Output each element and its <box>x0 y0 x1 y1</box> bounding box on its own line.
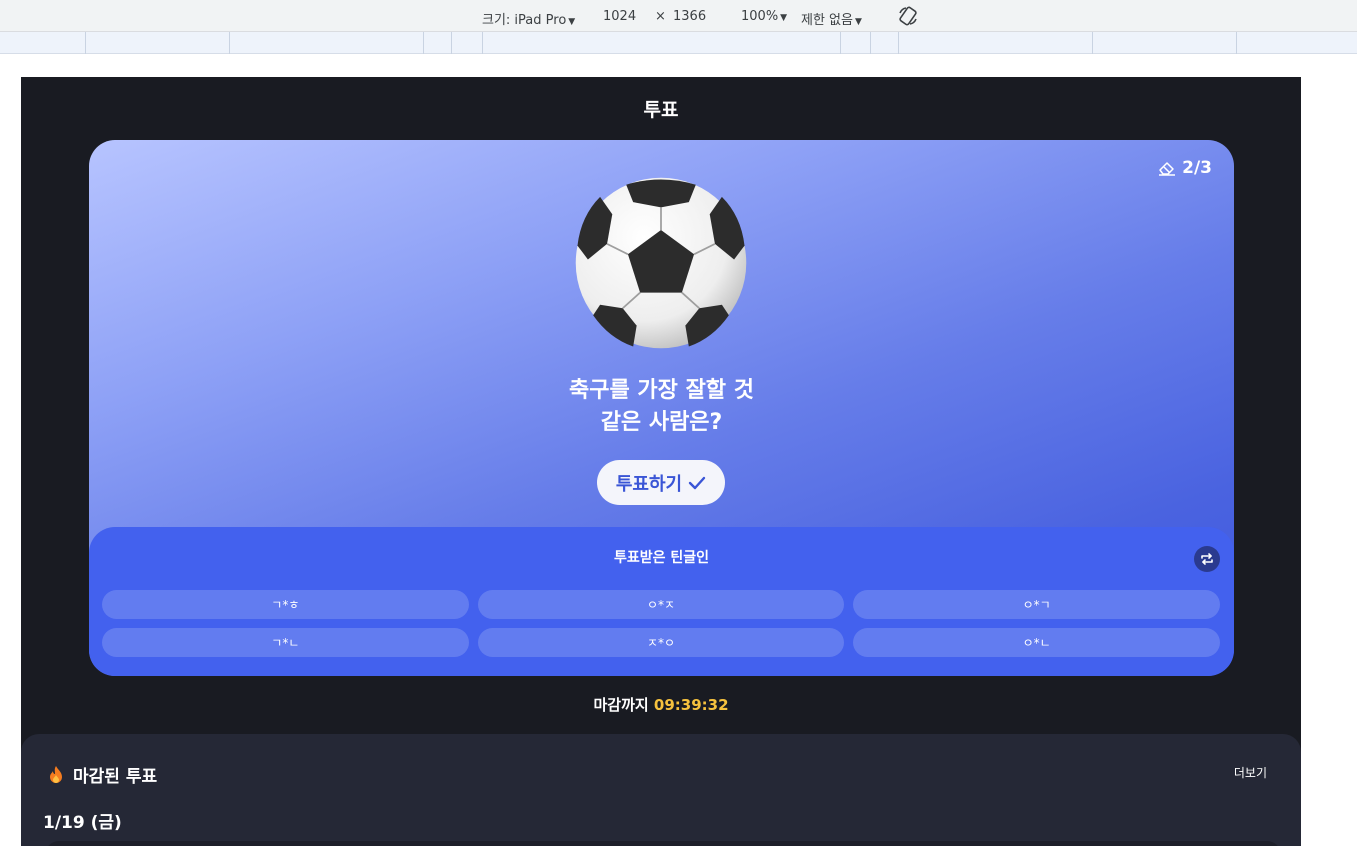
deadline-time: 09:39:32 <box>653 696 729 714</box>
width-field[interactable]: 1024 <box>603 9 636 24</box>
voter-chip-list: ㄱ*ㅎ ㅇ*ㅈ ㅇ*ㄱ ㄱ*ㄴ ㅈ*ㅇ ㅇ*ㄴ <box>102 590 1220 657</box>
caret-down-icon: ▼ <box>780 13 788 23</box>
refresh-button[interactable] <box>1194 546 1220 572</box>
devtools-device-toolbar: 크기: iPad Pro ▼ 1024 × 1366 100% ▼ 제한 없음 ▼ <box>0 0 1357 32</box>
vote-button-label: 투표하기 <box>615 473 683 495</box>
closed-votes-title: 마감된 투표 <box>73 767 158 787</box>
deadline-label: 마감까지 <box>593 696 649 714</box>
voter-chip[interactable]: ㄱ*ㄴ <box>102 628 469 657</box>
question-line-2: 같은 사람은? <box>600 410 723 435</box>
vote-button[interactable]: 투표하기 <box>597 460 725 505</box>
rotate-icon[interactable] <box>897 5 919 31</box>
vote-card: 2/3 축구를 가장 잘할 것 같은 사람은? 투표하기 투표받은 틴글인 ㄱ*… <box>89 140 1234 676</box>
checkmark-icon <box>688 476 706 489</box>
fire-icon <box>50 765 62 783</box>
zoom-label: 100% <box>741 9 779 24</box>
vote-question: 축구를 가장 잘할 것 같은 사람은? <box>89 375 1234 439</box>
page-title: 투표 <box>643 99 679 121</box>
soccer-ball-icon <box>575 177 747 349</box>
closed-votes-header: 마감된 투표 <box>47 762 157 787</box>
caret-down-icon: ▼ <box>568 17 576 27</box>
throttle-label: 제한 없음 <box>801 13 853 28</box>
refresh-icon <box>1201 553 1213 565</box>
question-line-1: 축구를 가장 잘할 것 <box>569 378 754 403</box>
closed-vote-date: 1/19 (금) <box>43 813 122 833</box>
voter-chip[interactable]: ㅇ*ㄴ <box>853 628 1220 657</box>
throttle-select[interactable]: 제한 없음 ▼ <box>801 9 862 28</box>
more-link[interactable]: 더보기 <box>1234 764 1267 781</box>
progress-text: 2/3 <box>1182 158 1212 178</box>
voter-chip[interactable]: ㅇ*ㄱ <box>853 590 1220 619</box>
voter-chip[interactable]: ㅈ*ㅇ <box>477 628 845 657</box>
zoom-select[interactable]: 100% ▼ <box>741 9 787 24</box>
closed-vote-card[interactable] <box>45 841 1281 846</box>
height-field[interactable]: 1366 <box>673 9 706 24</box>
voter-chip[interactable]: ㄱ*ㅎ <box>102 590 469 619</box>
dimension-separator: × <box>655 9 666 24</box>
voters-title: 투표받은 틴글인 <box>613 550 710 566</box>
device-label: 크기: iPad Pro <box>482 13 567 28</box>
media-query-ruler <box>0 32 1357 54</box>
caret-down-icon: ▼ <box>854 17 862 27</box>
eraser-icon <box>1159 162 1176 176</box>
vote-progress: 2/3 <box>1158 158 1212 178</box>
voter-chip[interactable]: ㅇ*ㅈ <box>477 590 845 619</box>
deadline-countdown: 마감까지 09:39:32 <box>21 694 1301 715</box>
device-select[interactable]: 크기: iPad Pro ▼ <box>482 9 575 28</box>
closed-votes-section: 마감된 투표 더보기 1/19 (금) <box>21 734 1301 846</box>
device-viewport: 투표 2/3 축구를 가장 잘할 것 같은 사람은? 투표하기 투표받은 틴글인… <box>21 77 1301 846</box>
voters-panel: 투표받은 틴글인 ㄱ*ㅎ ㅇ*ㅈ ㅇ*ㄱ ㄱ*ㄴ ㅈ*ㅇ ㅇ*ㄴ <box>89 527 1234 676</box>
